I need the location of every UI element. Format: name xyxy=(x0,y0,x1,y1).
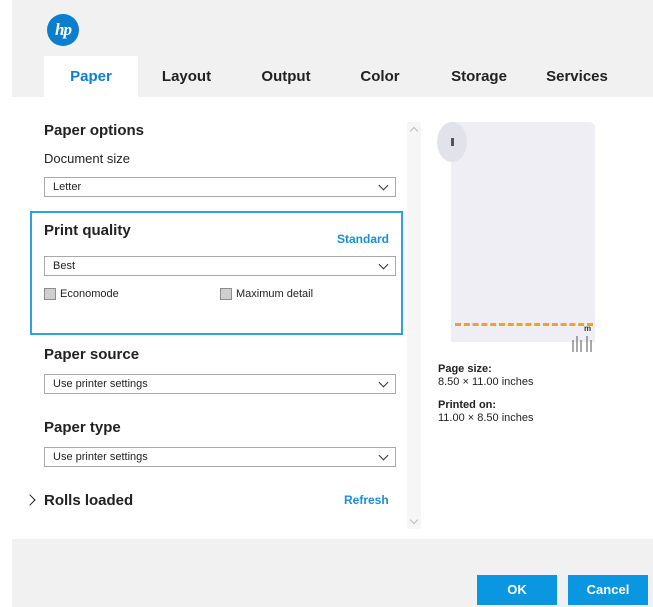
document-size-value: Letter xyxy=(53,181,82,193)
chevron-down-icon xyxy=(378,180,389,191)
rolls-loaded-title[interactable]: Rolls loaded xyxy=(44,492,133,509)
printed-on-value: 11.00 × 8.50 inches xyxy=(438,412,534,424)
maximum-detail-checkbox[interactable]: Maximum detail xyxy=(220,288,313,300)
chevron-down-icon xyxy=(378,450,389,461)
page-size-value: 8.50 × 11.00 inches xyxy=(438,376,534,388)
tab-paper[interactable]: Paper xyxy=(44,56,138,97)
print-quality-select[interactable]: Best xyxy=(44,256,396,276)
scroll-up-icon[interactable] xyxy=(409,126,419,136)
refresh-link[interactable]: Refresh xyxy=(344,493,389,507)
paper-sheet-preview xyxy=(451,122,595,342)
chevron-down-icon xyxy=(378,377,389,388)
document-size-label: Document size xyxy=(44,151,130,166)
dialog-footer: OK Cancel xyxy=(12,539,653,607)
cut-line xyxy=(455,323,593,326)
tab-storage[interactable]: Storage xyxy=(423,56,535,97)
printed-on-label: Printed on: xyxy=(438,399,497,411)
paper-source-title: Paper source xyxy=(44,346,140,363)
checkbox-box xyxy=(44,288,56,300)
hp-logo: hp xyxy=(47,14,79,46)
chevron-down-icon xyxy=(378,259,389,270)
paper-settings-panel: Paper options Document size Letter Print… xyxy=(12,97,653,539)
tab-output[interactable]: Output xyxy=(235,56,337,97)
roll-core-icon xyxy=(437,122,467,162)
header-bar: hp Paper Layout Output Color Storage Ser… xyxy=(12,0,653,97)
economode-label: Economode xyxy=(60,288,119,300)
maximum-detail-label: Maximum detail xyxy=(236,288,314,300)
tab-services[interactable]: Services xyxy=(535,56,619,97)
paper-type-value: Use printer settings xyxy=(53,451,148,463)
paper-source-select[interactable]: Use printer settings xyxy=(44,374,396,394)
ok-button[interactable]: OK xyxy=(477,575,557,605)
settings-scrollbar[interactable] xyxy=(407,122,421,529)
paper-type-title: Paper type xyxy=(44,419,121,436)
tab-bar: Paper Layout Output Color Storage Servic… xyxy=(44,56,619,97)
paper-roll-preview: m xyxy=(437,122,595,352)
paper-type-select[interactable]: Use printer settings xyxy=(44,447,396,467)
tab-color[interactable]: Color xyxy=(337,56,423,97)
checkbox-box xyxy=(220,288,232,300)
tab-layout[interactable]: Layout xyxy=(138,56,235,97)
print-quality-title: Print quality xyxy=(44,222,131,239)
ruler-unit-label: m xyxy=(584,324,592,333)
paper-options-title: Paper options xyxy=(44,122,145,139)
ruler-icon xyxy=(572,336,592,352)
cancel-button[interactable]: Cancel xyxy=(568,575,648,605)
print-quality-value: Best xyxy=(53,260,76,272)
document-size-select[interactable]: Letter xyxy=(44,177,396,197)
scroll-down-icon[interactable] xyxy=(409,515,419,525)
page-size-label: Page size: xyxy=(438,363,492,375)
standard-preset-link[interactable]: Standard xyxy=(337,232,389,246)
paper-source-value: Use printer settings xyxy=(53,378,148,390)
economode-checkbox[interactable]: Economode xyxy=(44,288,119,300)
expand-chevron-icon[interactable] xyxy=(24,494,36,506)
